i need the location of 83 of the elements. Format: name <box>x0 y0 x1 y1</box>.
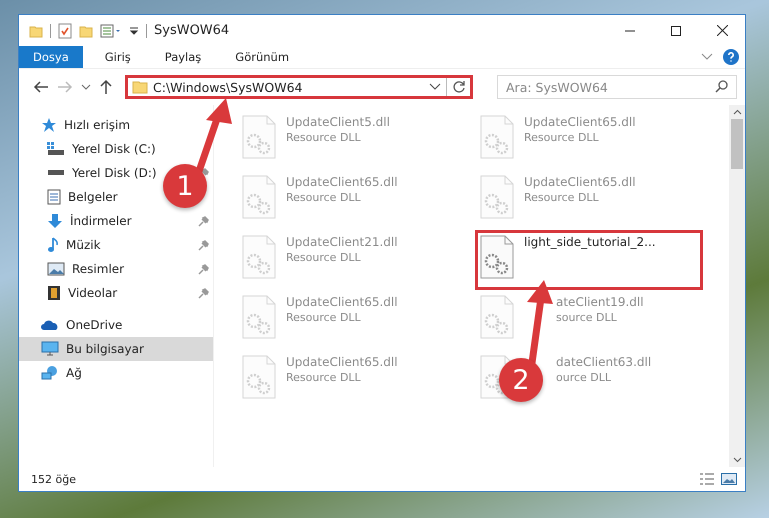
file-name: UpdateClient65.dll <box>286 295 398 309</box>
address-bar[interactable]: C:\Windows\SysWOW64 <box>125 75 473 99</box>
download-arrow-icon <box>47 213 63 229</box>
gear-file-icon <box>480 295 514 339</box>
folder-icon <box>29 24 43 38</box>
back-icon[interactable] <box>33 80 49 94</box>
gear-file-icon <box>242 235 276 279</box>
file-name: light_side_tutorial_2... <box>524 235 656 249</box>
gear-file-icon <box>242 175 276 219</box>
file-name: dateClient63.dll <box>556 355 652 369</box>
file-name: UpdateClient65.dll <box>286 175 398 189</box>
chevron-down-icon[interactable] <box>429 83 441 91</box>
search-field[interactable]: Ara: SysWOW64 <box>497 75 737 99</box>
sidebar-item[interactable]: Videolar <box>19 281 213 305</box>
sidebar-item[interactable]: Bu bilgisayar <box>19 337 213 361</box>
up-icon[interactable] <box>99 79 113 95</box>
film-icon <box>47 285 61 301</box>
file-name: UpdateClient21.dll <box>286 235 398 249</box>
file-type: Resource DLL <box>286 131 362 144</box>
sidebar-item[interactable]: İndirmeler <box>19 209 213 233</box>
properties-icon <box>58 22 72 38</box>
dropdown-icon[interactable] <box>129 24 139 36</box>
drive-icon <box>47 170 65 176</box>
gear-file-icon <box>242 115 276 159</box>
file-type: ource DLL <box>556 371 612 384</box>
gear-file-icon <box>480 235 514 279</box>
monitor-icon <box>41 341 59 357</box>
drive-icon <box>47 142 65 156</box>
file-name: ateClient19.dll <box>556 295 644 309</box>
document-icon <box>47 189 61 205</box>
ribbon-tab[interactable]: Görünüm <box>223 46 302 68</box>
network-icon <box>41 365 59 381</box>
ribbon-tab[interactable]: Paylaş <box>152 46 214 68</box>
file-type: Resource DLL <box>524 191 600 204</box>
file-name: UpdateClient65.dll <box>286 355 398 369</box>
recent-icon[interactable] <box>81 83 91 91</box>
file-type: Resource DLL <box>286 371 362 384</box>
pin-icon[interactable] <box>198 240 209 250</box>
sidebar-item[interactable]: Yerel Disk (C:) <box>19 137 213 161</box>
sidebar-item[interactable]: Hızlı erişim <box>19 113 213 137</box>
scroll-up-icon[interactable] <box>732 109 742 115</box>
gear-file-icon <box>242 355 276 399</box>
file-type: Resource DLL <box>286 191 362 204</box>
file-name: UpdateClient5.dll <box>286 115 390 129</box>
picture-icon <box>47 262 65 276</box>
large-icons-view-icon[interactable] <box>721 473 737 485</box>
file-type: Resource DLL <box>524 131 600 144</box>
ribbon-tab[interactable]: Dosya <box>19 46 83 68</box>
scrollbar[interactable] <box>729 105 745 467</box>
scroll-thumb[interactable] <box>731 119 743 169</box>
scroll-down-icon[interactable] <box>732 457 742 463</box>
cloud-icon <box>41 319 59 331</box>
file-name: UpdateClient65.dll <box>524 175 636 189</box>
folder-icon <box>132 80 148 94</box>
help-icon[interactable] <box>723 49 739 65</box>
sidebar-item[interactable]: Resimler <box>19 257 213 281</box>
address-path: C:\Windows\SysWOW64 <box>153 80 304 94</box>
gear-file-icon <box>480 115 514 159</box>
close-icon <box>716 25 728 36</box>
new-folder-icon <box>79 24 93 38</box>
file-type: Resource DLL <box>286 251 362 264</box>
view-icon <box>100 24 122 38</box>
gear-file-icon <box>480 175 514 219</box>
details-view-icon[interactable] <box>699 473 715 485</box>
music-note-icon <box>47 237 59 253</box>
expand-ribbon-icon[interactable] <box>701 53 713 61</box>
window-title: SysWOW64 <box>154 23 230 38</box>
pin-icon[interactable] <box>198 216 209 226</box>
search-icon <box>715 80 728 93</box>
file-name: UpdateClient65.dll <box>524 115 636 129</box>
pin-icon[interactable] <box>198 288 209 298</box>
maximize-icon <box>671 26 681 36</box>
ribbon-tab[interactable]: Giriş <box>92 46 143 68</box>
item-count: 152 öğe <box>31 472 76 486</box>
gear-file-icon <box>242 295 276 339</box>
file-type: Resource DLL <box>286 311 362 324</box>
star-icon <box>41 117 57 133</box>
file-type: source DLL <box>556 311 618 324</box>
refresh-icon[interactable] <box>452 80 466 94</box>
pin-icon[interactable] <box>198 264 209 274</box>
sidebar-item[interactable]: Ağ <box>19 361 213 385</box>
sidebar-item[interactable]: OneDrive <box>19 313 213 337</box>
sidebar-item[interactable]: Müzik <box>19 233 213 257</box>
